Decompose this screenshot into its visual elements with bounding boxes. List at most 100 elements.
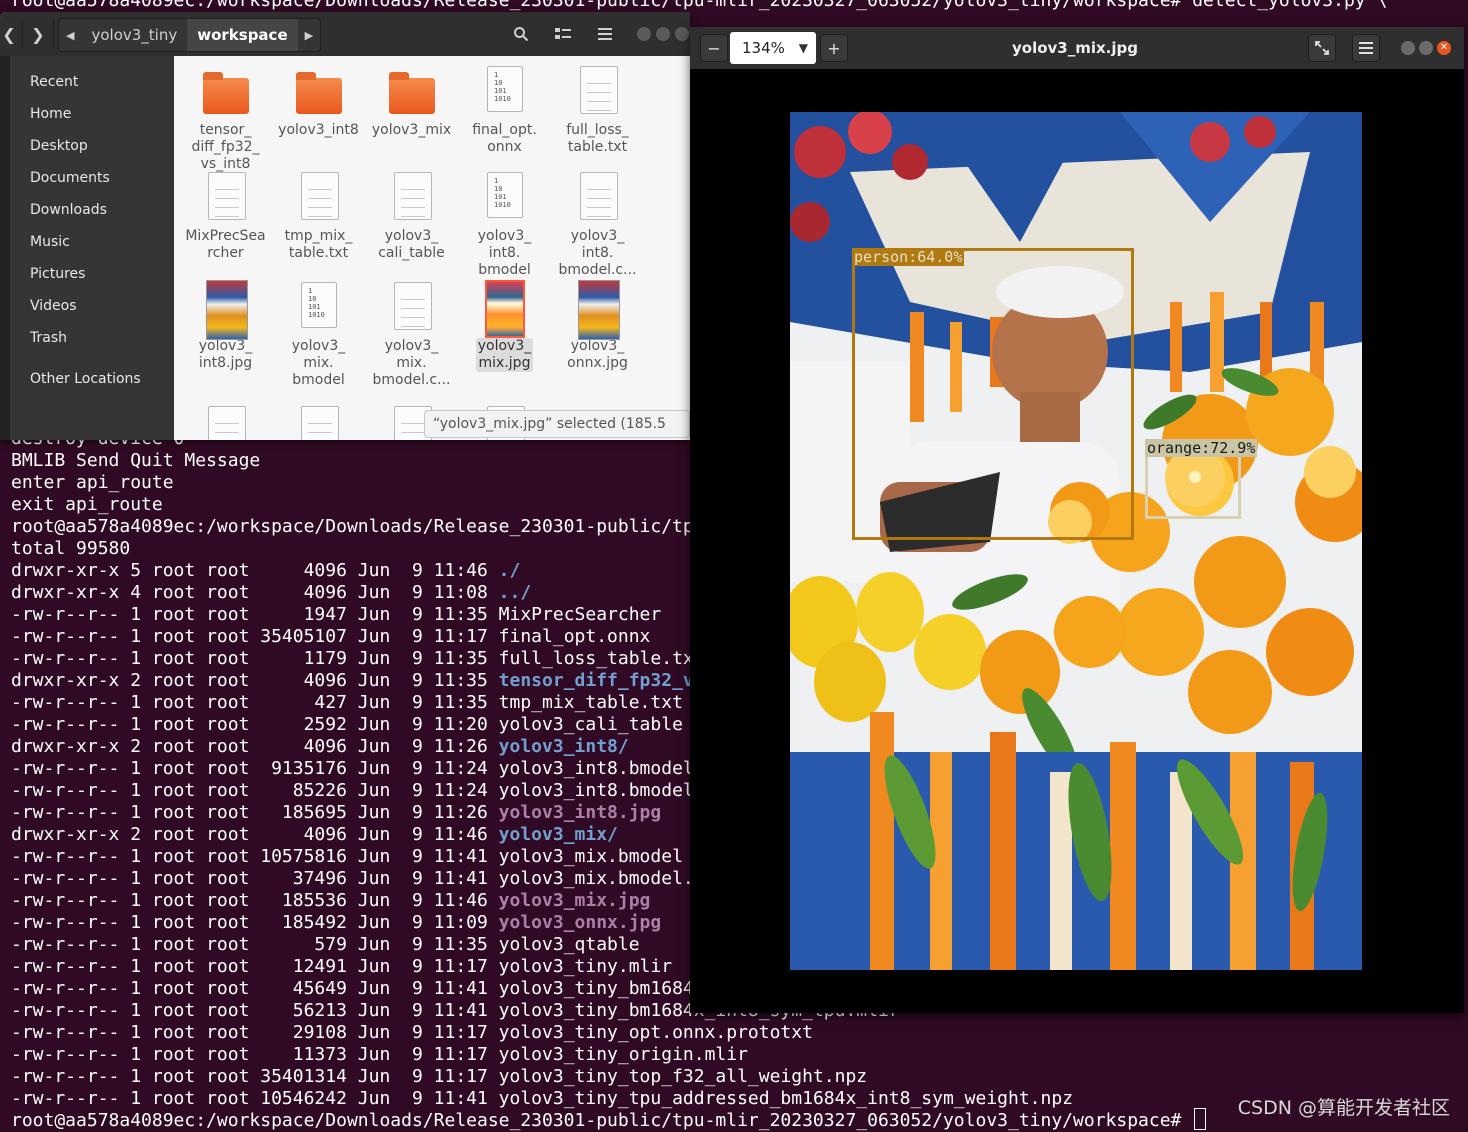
fruit-stand-photo	[790, 112, 1362, 970]
file-icon-wrap	[272, 64, 365, 118]
fullscreen-button[interactable]	[1308, 34, 1336, 62]
sidebar-item-trash[interactable]: Trash	[30, 328, 67, 348]
terminal-line: enter api_route	[11, 472, 174, 493]
file-listing-meta: -rw-r--r-- 1 root root 10546242 Jun 9 11…	[11, 1088, 499, 1109]
file-item-label: yolov3_int8	[278, 122, 359, 138]
breadcrumb-yolov3-tiny[interactable]: yolov3_tiny	[81, 19, 187, 51]
file-item-label: yolov3_ cali_table	[378, 228, 445, 261]
file-listing-meta: drwxr-xr-x 2 root root 4096 Jun 9 11:46	[11, 824, 499, 845]
hamburger-menu-button[interactable]	[590, 20, 620, 48]
close-button[interactable]: ✕	[1437, 41, 1451, 55]
image-thumbnail-icon	[578, 280, 620, 340]
viewer-menu-button[interactable]	[1352, 34, 1380, 62]
file-item[interactable]: yolov3_ int8. bmodel.c...	[551, 170, 644, 279]
file-item[interactable]: yolov3_ cali_table	[365, 170, 458, 262]
image-thumbnail-icon	[206, 280, 248, 340]
terminal-line: -rw-r--r-- 1 root root 1179 Jun 9 11:35 …	[11, 648, 705, 670]
view-options-button[interactable]	[548, 20, 578, 48]
sidebar-item-downloads[interactable]: Downloads	[30, 200, 107, 220]
search-button[interactable]	[506, 20, 536, 48]
path-prev-button[interactable]: ◀	[59, 19, 81, 51]
terminal-line: -rw-r--r-- 1 root root 1947 Jun 9 11:35 …	[11, 604, 661, 626]
file-item[interactable]: yolov3_ mix.jpg	[458, 280, 551, 372]
terminal-line: -rw-r--r-- 1 root root 10546242 Jun 9 11…	[11, 1088, 1073, 1110]
file-item[interactable]: 1 10 101 1010 yolov3_ mix. bmodel	[272, 280, 365, 389]
file-icon-wrap	[458, 280, 551, 338]
file-item-partial[interactable]	[272, 404, 365, 440]
text-file-icon	[394, 172, 432, 220]
file-icon-wrap	[365, 280, 458, 334]
sidebar-edge	[0, 56, 10, 440]
file-listing-meta: -rw-r--r-- 1 root root 35401314 Jun 9 11…	[11, 1066, 499, 1087]
minimize-button[interactable]	[1401, 41, 1415, 55]
file-listing-meta: drwxr-xr-x 2 root root 4096 Jun 9 11:26	[11, 736, 499, 757]
maximize-button[interactable]	[1419, 41, 1433, 55]
file-item-label: tmp_mix_ table.txt	[284, 228, 353, 261]
file-item-label: yolov3_ mix. bmodel.c...	[372, 338, 451, 388]
file-item[interactable]: yolov3_mix	[365, 64, 458, 139]
sidebar-item-home[interactable]: Home	[30, 104, 71, 124]
plus-icon: +	[827, 38, 841, 58]
file-listing-meta: -rw-r--r-- 1 root root 1947 Jun 9 11:35	[11, 604, 499, 625]
zoom-out-button[interactable]: −	[700, 34, 728, 62]
minimize-button[interactable]	[637, 27, 651, 41]
hamburger-icon	[598, 28, 612, 40]
file-listing-name: yolov3_tiny.mlir	[498, 956, 673, 977]
file-item[interactable]: tensor_ diff_fp32_ vs_int8	[179, 64, 272, 173]
file-item[interactable]: yolov3_ onnx.jpg	[551, 280, 644, 372]
terminal-prompt-line[interactable]: root@aa578a4089ec:/workspace/Downloads/R…	[11, 1108, 1207, 1131]
file-grid[interactable]: tensor_ diff_fp32_ vs_int8 yolov3_int8 yol…	[174, 56, 690, 440]
file-listing-meta: -rw-r--r-- 1 root root 2592 Jun 9 11:20	[11, 714, 499, 735]
image-viewer-header: − 134% ▼ + yolov3_mix.jpg ✕	[690, 27, 1464, 69]
terminal-line: BMLIB Send Quit Message	[11, 450, 261, 471]
file-item-label: yolov3_ mix. bmodel	[291, 338, 346, 388]
file-item[interactable]: tmp_mix_ table.txt	[272, 170, 365, 262]
breadcrumb-workspace[interactable]: workspace	[187, 19, 298, 51]
file-listing-name: MixPrecSearcher	[498, 604, 662, 625]
file-item[interactable]: yolov3_ mix. bmodel.c...	[365, 280, 458, 389]
terminal-line: -rw-r--r-- 1 root root 10575816 Jun 9 11…	[11, 846, 683, 868]
sidebar-item-documents[interactable]: Documents	[30, 168, 110, 188]
sidebar-item-other-locations[interactable]: Other Locations	[30, 369, 141, 389]
terminal-line: -rw-r--r-- 1 root root 185695 Jun 9 11:2…	[11, 802, 661, 824]
file-item[interactable]: MixPrecSea rcher	[179, 170, 272, 262]
terminal-line: drwxr-xr-x 2 root root 4096 Jun 9 11:46 …	[11, 824, 618, 846]
file-item-label: tensor_ diff_fp32_ vs_int8	[191, 122, 260, 172]
path-bar: ◀ yolov3_tiny workspace ▶	[58, 18, 322, 52]
sidebar-item-music[interactable]: Music	[30, 232, 70, 252]
sidebar-item-pictures[interactable]: Pictures	[30, 264, 85, 284]
file-item-label: yolov3_ int8. bmodel.c...	[558, 228, 637, 278]
file-manager-window[interactable]: ❮ ❯ ◀ yolov3_tiny workspace ▶ Recent Home…	[0, 12, 690, 440]
text-file-icon	[208, 172, 246, 220]
forward-button[interactable]: ❯	[22, 20, 54, 48]
file-listing-meta: drwxr-xr-x 2 root root 4096 Jun 9 11:35	[11, 670, 499, 691]
triangle-left-icon: ◀	[66, 28, 75, 42]
close-button[interactable]	[675, 27, 689, 41]
sidebar-item-recent[interactable]: Recent	[30, 72, 78, 92]
path-next-button[interactable]: ▶	[298, 19, 320, 51]
search-icon	[514, 27, 529, 42]
file-listing-name: yolov3_tiny_opt.onnx.prototxt	[498, 1022, 813, 1043]
file-item[interactable]: full_loss_ table.txt	[551, 64, 644, 156]
terminal-line: drwxr-xr-x 2 root root 4096 Jun 9 11:35 …	[11, 670, 770, 692]
zoom-in-button[interactable]: +	[820, 34, 848, 62]
file-listing-meta: -rw-r--r-- 1 root root 10575816 Jun 9 11…	[11, 846, 499, 867]
back-button[interactable]: ❮	[0, 20, 18, 48]
file-item-label: final_opt. onnx	[472, 122, 537, 155]
file-icon-wrap	[551, 170, 644, 224]
file-item[interactable]: 1 10 101 1010 final_opt. onnx	[458, 64, 551, 156]
file-item[interactable]: 1 10 101 1010 yolov3_ int8. bmodel	[458, 170, 551, 279]
file-item[interactable]: yolov3_ int8.jpg	[179, 280, 272, 372]
image-viewer-window[interactable]: − 134% ▼ + yolov3_mix.jpg ✕ person:64.0%…	[690, 27, 1464, 1013]
maximize-button[interactable]	[656, 27, 670, 41]
file-item-partial[interactable]	[179, 404, 272, 440]
terminal-line: -rw-r--r-- 1 root root 185536 Jun 9 11:4…	[11, 890, 650, 912]
sidebar-item-videos[interactable]: Videos	[30, 296, 77, 316]
file-item-label: full_loss_ table.txt	[566, 122, 629, 155]
sidebar-item-desktop[interactable]: Desktop	[30, 136, 88, 156]
file-item-label: yolov3_mix	[371, 122, 452, 138]
file-item[interactable]: yolov3_int8	[272, 64, 365, 139]
zoom-level-select[interactable]: 134% ▼	[730, 32, 816, 64]
terminal-line: -rw-r--r-- 1 root root 579 Jun 9 11:35 y…	[11, 934, 640, 956]
binary-file-icon: 1 10 101 1010	[301, 282, 337, 328]
